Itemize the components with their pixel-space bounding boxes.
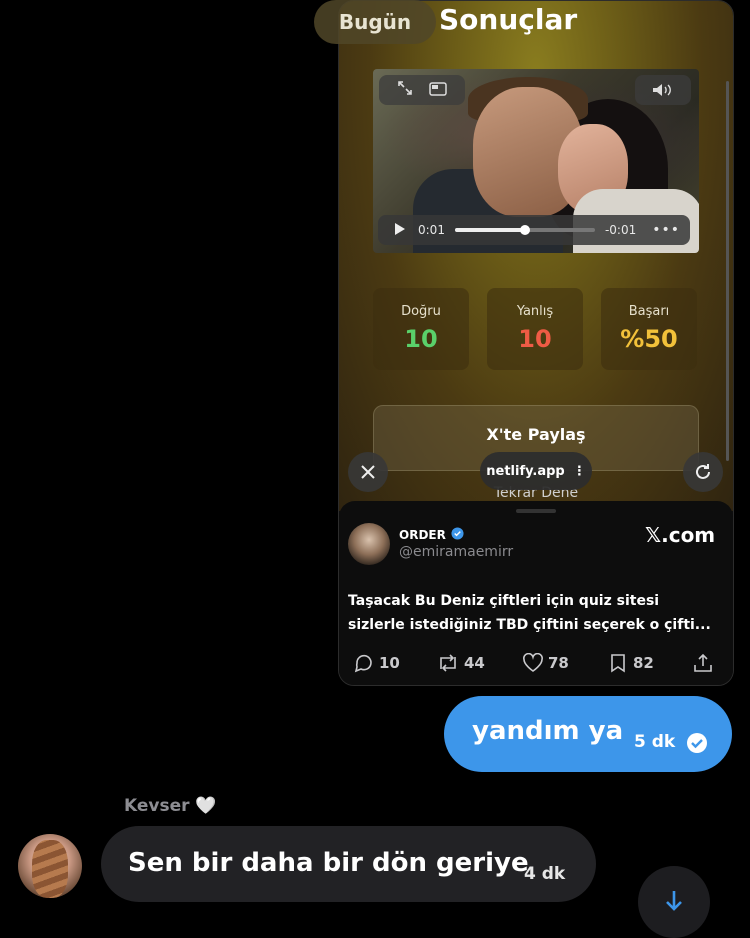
- video-control-bar: 0:01 -0:01 •••: [378, 215, 690, 245]
- video-progress-fill: [454, 228, 525, 232]
- stat-label: Yanlış: [516, 304, 554, 319]
- tweet-author-name: ORDER: [399, 528, 446, 542]
- video-scrubber[interactable]: [454, 225, 595, 235]
- play-icon[interactable]: [394, 222, 406, 239]
- close-icon[interactable]: [348, 452, 388, 492]
- scrollbar: [726, 81, 729, 461]
- read-receipt-icon: [686, 732, 708, 758]
- tweet-source: 𝕏.com: [645, 523, 716, 547]
- like-count: 78: [548, 654, 569, 672]
- tweet-author: ORDER: [399, 527, 464, 543]
- shared-link-card[interactable]: Sonuçlar 0:01 -0:01 ••• Doğru 10 Yanlış …: [338, 0, 734, 686]
- tweet-text-line: sizlerle istediğiniz TBD çiftini seçerek…: [348, 617, 711, 633]
- video-time-elapsed: 0:01: [418, 223, 445, 237]
- results-title: Sonuçlar: [439, 3, 578, 36]
- retweet-action[interactable]: 44: [436, 653, 485, 673]
- stat-label: Başarı: [628, 304, 670, 319]
- video-player[interactable]: 0:01 -0:01 •••: [373, 69, 699, 253]
- retweet-count: 44: [464, 654, 485, 672]
- url-pill[interactable]: netlify.app ⋮: [480, 452, 592, 490]
- scroll-to-bottom-button[interactable]: [638, 866, 710, 938]
- reply-action[interactable]: 10: [353, 653, 400, 673]
- kebab-menu-icon[interactable]: ⋮: [573, 464, 586, 479]
- bookmark-icon: [611, 654, 625, 673]
- video-top-controls: [379, 75, 465, 105]
- tweet-text: Taşacak Bu Deniz çiftleri için quiz site…: [348, 589, 726, 637]
- reload-icon[interactable]: [683, 452, 723, 492]
- message-text: yandım ya: [472, 716, 624, 746]
- reply-icon: [354, 654, 372, 673]
- verified-badge-icon: [451, 527, 464, 543]
- retweet-icon: [440, 654, 456, 672]
- avatar[interactable]: [18, 834, 82, 898]
- tweet-text-line: Taşacak Bu Deniz çiftleri için quiz site…: [348, 593, 660, 609]
- stat-success: Başarı %50: [601, 288, 697, 370]
- video-scrubber-knob[interactable]: [519, 225, 530, 235]
- sheet-handle: [516, 509, 556, 513]
- message-time: 4 dk: [524, 864, 566, 884]
- more-options-icon[interactable]: •••: [652, 222, 680, 238]
- stat-correct: Doğru 10: [373, 288, 469, 370]
- avatar[interactable]: [348, 523, 390, 565]
- outgoing-message[interactable]: yandım ya 5 dk: [444, 696, 732, 772]
- message-text: Sen bir daha bir dön geriye: [128, 848, 529, 878]
- url-text: netlify.app: [486, 463, 565, 479]
- bookmark-action[interactable]: 82: [609, 653, 654, 673]
- fullscreen-icon[interactable]: [397, 80, 413, 100]
- stat-value: 10: [518, 325, 552, 353]
- stat-label: Doğru: [401, 304, 441, 319]
- incoming-message[interactable]: Sen bir daha bir dön geriye 4 dk: [101, 826, 596, 902]
- stat-value: 10: [404, 325, 438, 353]
- shared-screenshot: Sonuçlar 0:01 -0:01 ••• Doğru 10 Yanlış …: [339, 1, 733, 511]
- date-chip: Bugün: [314, 0, 436, 44]
- stat-wrong: Yanlış 10: [487, 288, 583, 370]
- tweet-preview[interactable]: ORDER @emiramaemirr 𝕏.com Taşacak Bu Den…: [339, 501, 733, 685]
- tweet-handle: @emiramaemirr: [399, 544, 514, 560]
- arrow-down-icon: [664, 890, 684, 916]
- bookmark-count: 82: [633, 654, 654, 672]
- heart-icon: [523, 653, 543, 672]
- picture-in-picture-icon[interactable]: [429, 81, 447, 100]
- like-action[interactable]: 78: [522, 653, 569, 673]
- stat-value: %50: [620, 325, 678, 353]
- video-time-remaining: -0:01: [604, 223, 637, 237]
- reply-count: 10: [379, 654, 400, 672]
- share-icon[interactable]: [693, 653, 713, 677]
- sender-name: Kevser 🤍: [124, 796, 217, 816]
- message-time: 5 dk: [634, 732, 676, 752]
- avatar-hair: [32, 840, 68, 898]
- volume-icon[interactable]: [635, 75, 691, 105]
